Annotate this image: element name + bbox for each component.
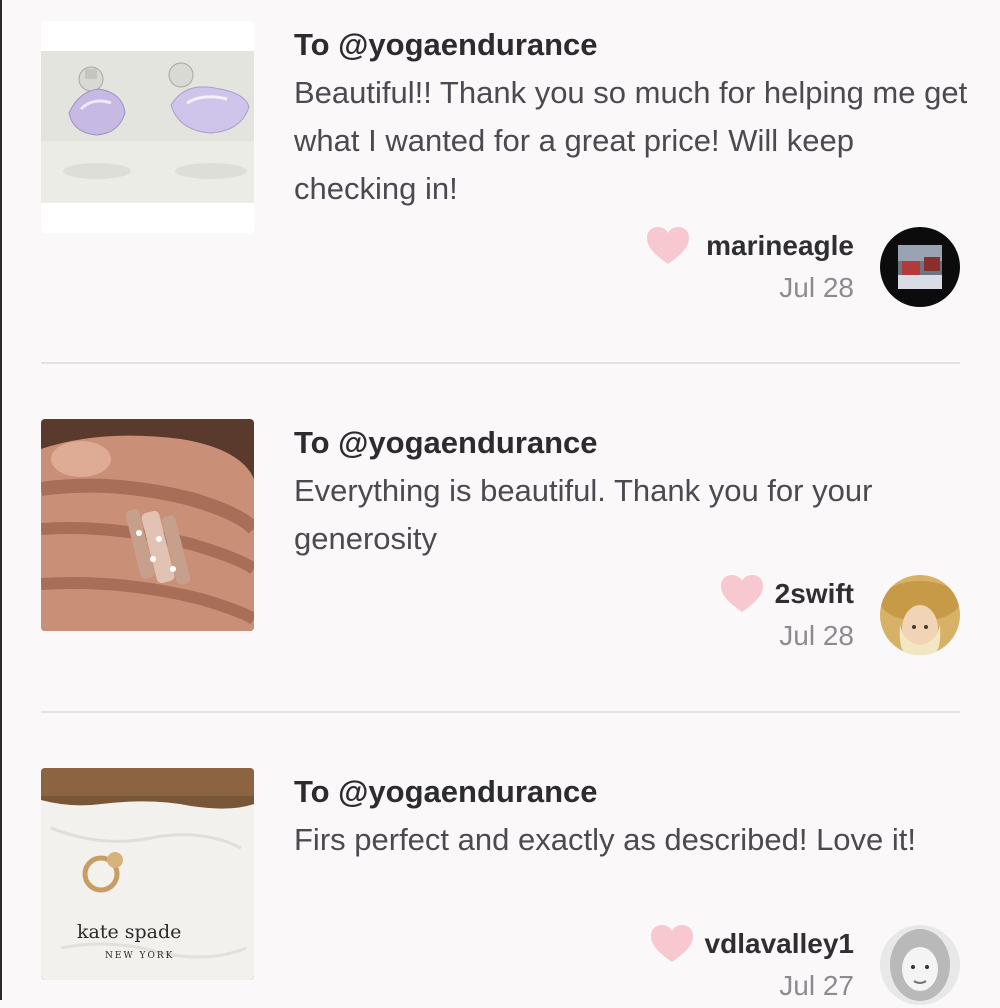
review-date: Jul 28 bbox=[779, 620, 854, 651]
avatar-image bbox=[880, 227, 960, 307]
product-thumbnail[interactable] bbox=[41, 21, 254, 233]
review-message: Firs perfect and exactly as described! L… bbox=[294, 822, 917, 857]
review-item[interactable]: To @yogaendurance Everything is beautifu… bbox=[41, 419, 960, 659]
reviewer-username[interactable]: 2swift bbox=[775, 578, 854, 610]
review-recipient[interactable]: To @yogaendurance bbox=[294, 425, 598, 461]
reviewer-username[interactable]: vdlavalley1 bbox=[705, 928, 854, 960]
review-item[interactable]: kate spade NEW YORK To @yogaendurance Fi… bbox=[41, 768, 960, 1005]
heart-icon[interactable] bbox=[646, 226, 690, 266]
product-thumbnail[interactable]: kate spade NEW YORK bbox=[41, 768, 254, 980]
review-date: Jul 28 bbox=[779, 272, 854, 303]
review-recipient[interactable]: To @yogaendurance bbox=[294, 774, 598, 810]
review-meta: 2swift Jul 28 bbox=[600, 568, 960, 658]
product-thumbnail[interactable] bbox=[41, 419, 254, 631]
brand-text: kate spade bbox=[77, 921, 181, 943]
brand-location-text: NEW YORK bbox=[105, 951, 174, 961]
divider bbox=[41, 711, 960, 713]
heart-icon[interactable] bbox=[720, 574, 764, 614]
avatar[interactable] bbox=[880, 575, 960, 655]
avatar[interactable] bbox=[880, 925, 960, 1005]
avatar-image bbox=[880, 925, 960, 1005]
kate-spade-ring-image: kate spade NEW YORK bbox=[41, 768, 254, 980]
review-date: Jul 27 bbox=[779, 970, 854, 1001]
review-item[interactable]: To @yogaendurance Beautiful!! Thank you … bbox=[41, 21, 967, 321]
rings-image bbox=[41, 419, 254, 631]
review-recipient[interactable]: To @yogaendurance bbox=[294, 27, 598, 63]
avatar[interactable] bbox=[880, 227, 960, 307]
window-edge bbox=[0, 0, 2, 1000]
review-meta: vdlavalley1 Jul 27 bbox=[600, 918, 960, 1008]
earrings-image bbox=[41, 21, 254, 233]
heart-icon[interactable] bbox=[650, 924, 694, 964]
review-message: Everything is beautiful. Thank you for y… bbox=[294, 473, 873, 556]
review-meta: marineagle Jul 28 bbox=[600, 220, 960, 310]
divider bbox=[41, 362, 960, 364]
reviewer-username[interactable]: marineagle bbox=[706, 230, 854, 262]
avatar-image bbox=[880, 575, 960, 655]
review-message: Beautiful!! Thank you so much for helpin… bbox=[294, 75, 968, 206]
